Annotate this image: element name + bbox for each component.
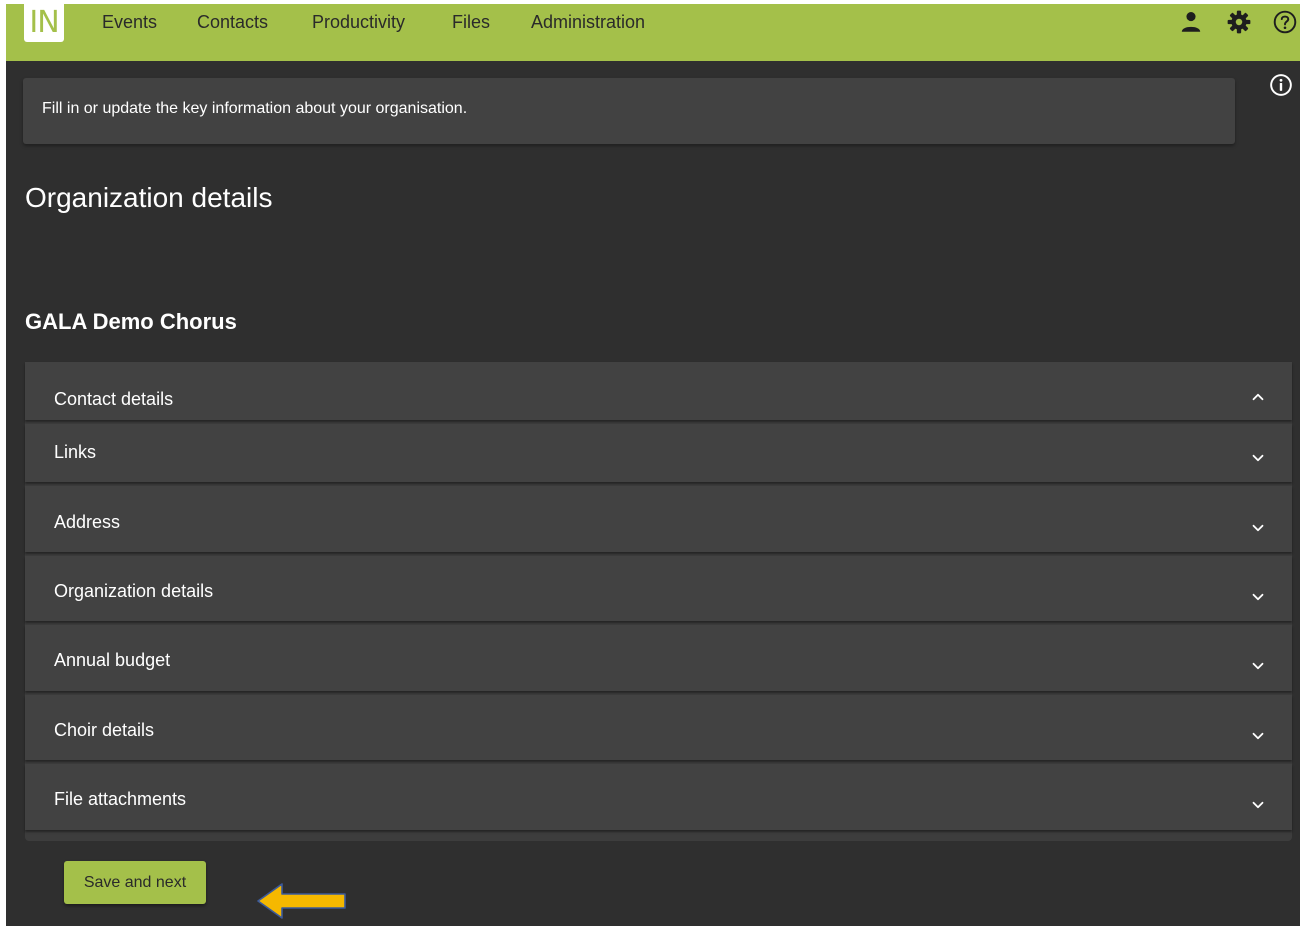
accordion-links[interactable]: Links bbox=[25, 424, 1292, 482]
nav-events[interactable]: Events bbox=[102, 10, 157, 34]
info-banner: Fill in or update the key information ab… bbox=[23, 78, 1235, 144]
info-banner-text: Fill in or update the key information ab… bbox=[42, 100, 468, 117]
accordion-annual-budget[interactable]: Annual budget bbox=[25, 625, 1292, 691]
chevron-down-icon bbox=[1252, 454, 1264, 462]
details-accordion: Contact details Links Address Organizati… bbox=[25, 362, 1292, 841]
accordion-label: Organization details bbox=[54, 581, 214, 601]
nav-administration[interactable]: Administration bbox=[531, 10, 645, 34]
accordion-address[interactable]: Address bbox=[25, 486, 1292, 552]
info-circle-icon[interactable] bbox=[1268, 72, 1294, 98]
person-icon[interactable] bbox=[1178, 9, 1204, 35]
nav-contacts[interactable]: Contacts bbox=[197, 10, 268, 34]
accordion-label: Annual budget bbox=[54, 650, 171, 670]
left-arrow-annotation-icon bbox=[257, 883, 346, 919]
accordion-choir-details[interactable]: Choir details bbox=[25, 695, 1292, 760]
accordion-label: Contact details bbox=[54, 389, 174, 409]
accordion-organization-details[interactable]: Organization details bbox=[25, 556, 1292, 621]
accordion-contact-details[interactable]: Contact details bbox=[25, 362, 1292, 420]
accordion-label: Address bbox=[54, 512, 121, 532]
accordion-file-attachments[interactable]: File attachments bbox=[25, 764, 1292, 830]
page-title: Organization details bbox=[25, 182, 273, 213]
accordion-label: Choir details bbox=[54, 720, 155, 740]
settings-gear-icon[interactable] bbox=[1226, 9, 1252, 35]
nav-files[interactable]: Files bbox=[452, 10, 490, 34]
nav-productivity[interactable]: Productivity bbox=[312, 10, 405, 34]
chevron-down-icon bbox=[1252, 662, 1264, 670]
accordion-label: File attachments bbox=[54, 789, 187, 809]
help-circle-icon[interactable] bbox=[1272, 9, 1298, 35]
app-window: IN Events Contacts Productivity Files Ad… bbox=[6, 4, 1300, 926]
chevron-down-icon bbox=[1252, 593, 1264, 601]
chevron-up-icon bbox=[1252, 393, 1264, 401]
top-navigation-bar: IN Events Contacts Productivity Files Ad… bbox=[6, 4, 1300, 61]
save-and-next-button[interactable]: Save and next bbox=[64, 861, 206, 904]
accordion-label: Links bbox=[54, 442, 97, 462]
app-logo[interactable]: IN bbox=[24, 4, 64, 42]
chevron-down-icon bbox=[1252, 524, 1264, 532]
organization-name: GALA Demo Chorus bbox=[25, 309, 237, 334]
chevron-down-icon bbox=[1252, 801, 1264, 809]
chevron-down-icon bbox=[1252, 732, 1264, 740]
